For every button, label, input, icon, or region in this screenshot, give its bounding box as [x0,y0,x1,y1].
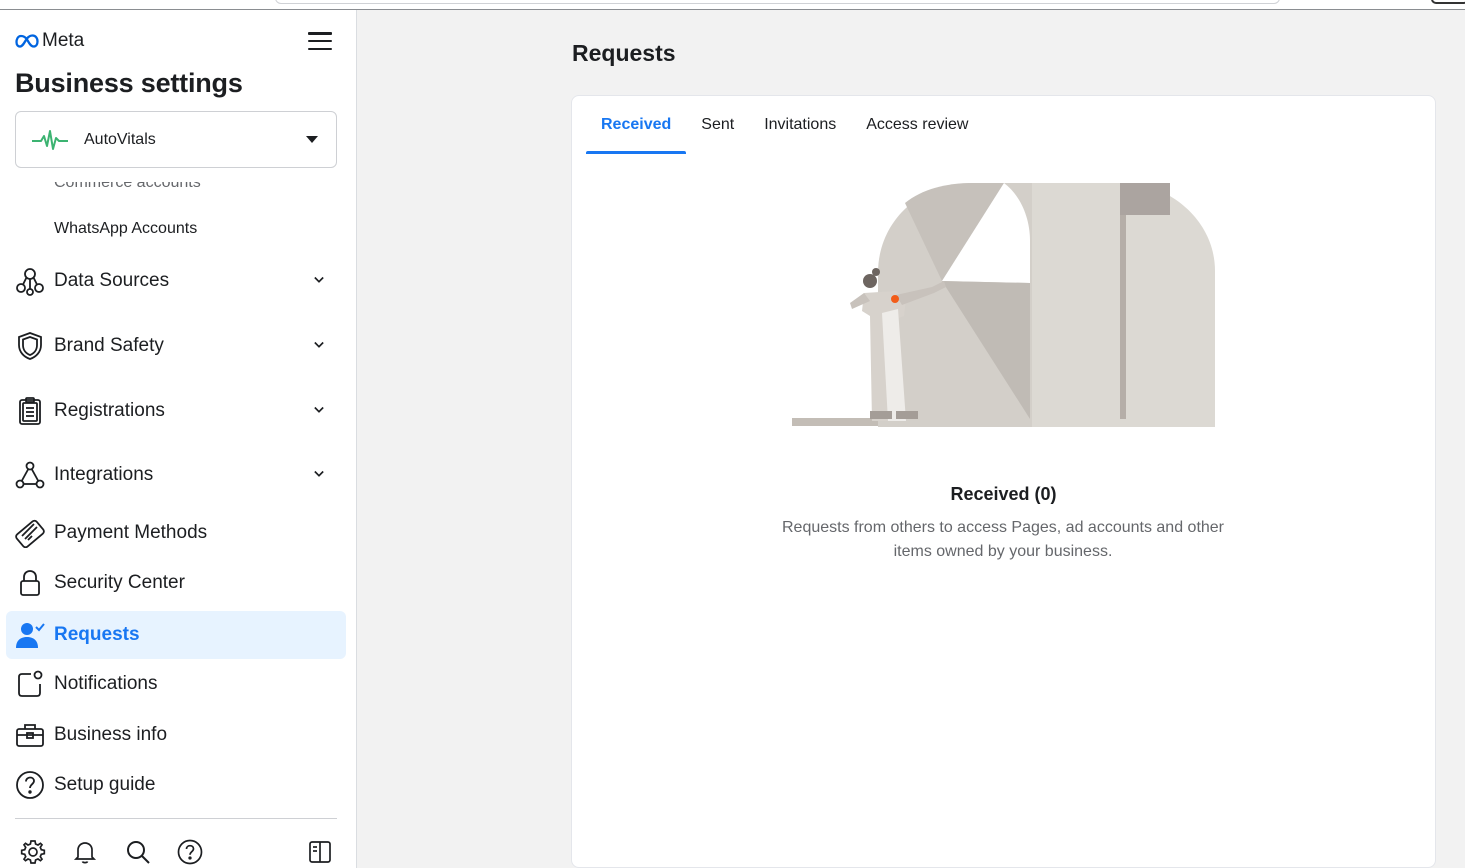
chevron-down-icon [314,341,324,348]
heartbeat-icon [32,129,68,150]
lock-icon [14,567,46,599]
sidebar-item-label: Brand Safety [54,335,164,356]
sidebar-footer [15,836,337,868]
notification-icon [14,668,46,700]
tab-received[interactable]: Received [586,96,687,154]
panel-toggle-icon[interactable] [304,836,336,868]
sidebar-item-business-info[interactable]: Business info [6,711,346,759]
chevron-down-icon [314,470,324,477]
sidebar-item-label: Payment Methods [54,522,208,543]
sidebar-footer-divider [15,818,337,819]
menu-line [308,47,332,50]
search-icon[interactable] [122,836,154,868]
empty-mailbox-illustration [792,183,1215,427]
brand-name: Meta [42,30,85,51]
sidebar-item-label: Data Sources [54,270,170,291]
sidebar-item-whatsapp-accounts[interactable]: WhatsApp Accounts [54,220,197,238]
sidebar-item-brand-safety[interactable]: Brand Safety [6,322,346,370]
sidebar-item-label: Setup guide [54,774,156,795]
empty-state-description: Requests from others to access Pages, ad… [781,519,1225,560]
gear-icon[interactable] [17,836,49,868]
sidebar: Meta Business settings AutoVitals Commer… [0,10,357,868]
sidebar-item-notifications[interactable]: Notifications [6,660,346,708]
sidebar-item-label: Integrations [54,464,154,485]
data-sources-icon [14,265,46,297]
browser-corner-control [1431,0,1465,4]
help-icon[interactable] [174,836,206,868]
browser-top-edge [0,0,1465,10]
sidebar-item-label: Notifications [54,673,158,694]
question-circle-icon [14,769,46,801]
sidebar-item-integrations[interactable]: Integrations [6,451,346,499]
brand-header: Meta [15,30,335,52]
sidebar-item-security-center[interactable]: Security Center [6,559,346,607]
briefcase-icon [14,719,46,751]
sidebar-item-label: Registrations [54,400,165,421]
business-account-name: AutoVitals [84,130,156,148]
sidebar-item-setup-guide[interactable]: Setup guide [6,761,346,809]
sidebar-item-label: Requests [54,624,140,645]
shield-icon [14,330,46,362]
business-account-selector[interactable]: AutoVitals [15,111,337,168]
chevron-down-icon [314,276,324,283]
meta-logo[interactable]: Meta [15,30,84,52]
tab-sent[interactable]: Sent [686,96,749,154]
empty-state-title: Received (0) [950,484,1057,504]
menu-toggle-icon[interactable] [307,30,333,52]
sidebar-item-label: Security Center [54,572,185,593]
chevron-down-icon [314,406,324,413]
requests-card: Received Sent Invitations Access review … [571,95,1436,868]
menu-line [308,39,332,43]
sidebar-item-requests[interactable]: Requests [6,611,346,659]
tab-access-review[interactable]: Access review [851,96,983,154]
sidebar-item-commerce-accounts[interactable]: Commerce accounts [54,182,201,196]
sidebar-item-label: Business info [54,724,168,745]
person-check-icon [14,619,46,651]
meta-infinity-logo-icon [15,34,39,48]
sidebar-item-data-sources[interactable]: Data Sources [6,257,346,305]
sidebar-heading: Business settings [15,68,243,98]
clipboard-icon [14,395,46,427]
tab-invitations[interactable]: Invitations [749,96,851,154]
credit-card-icon [14,517,46,549]
page-title: Requests [572,40,676,66]
browser-address-bar-edge [275,0,1280,4]
caret-down-icon [306,136,318,143]
sidebar-item-registrations[interactable]: Registrations [6,387,346,435]
requests-tabs: Received Sent Invitations Access review [586,96,983,154]
menu-line [308,32,332,35]
bell-icon[interactable] [69,836,101,868]
sidebar-item-payment-methods[interactable]: Payment Methods [6,509,346,557]
integrations-icon [14,459,46,491]
